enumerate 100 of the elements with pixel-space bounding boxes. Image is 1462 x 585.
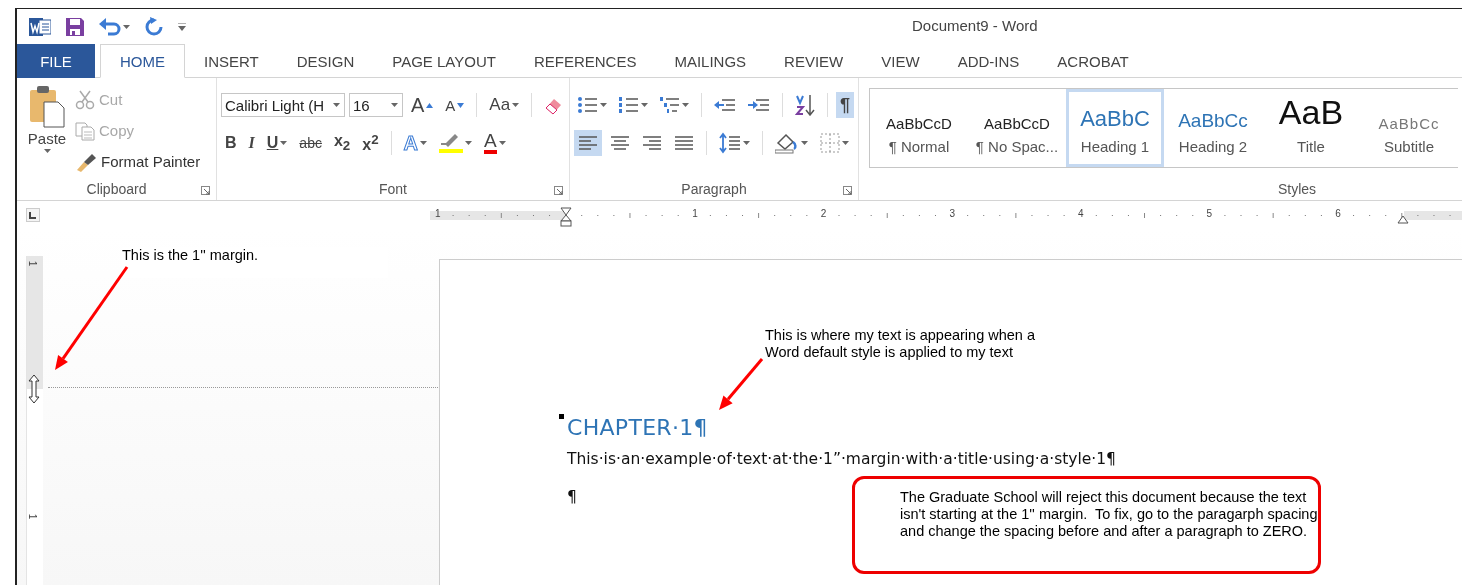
style-option[interactable]: AaBbCcD ¶ No Spac... [968,89,1066,167]
launcher-icon [201,186,210,195]
sort-icon [795,94,815,116]
arrow [719,358,764,410]
indent-icon [748,97,770,113]
caret-icon [43,149,51,153]
ribbon-tab[interactable]: REFERENCES [514,44,656,78]
font-color-button[interactable]: A [480,130,510,156]
show-marks-button[interactable]: ¶ [836,92,854,118]
group-label: Paragraph [681,181,747,197]
ribbon-tab[interactable]: MAILINGS [655,44,766,78]
margin-handle[interactable] [27,374,41,404]
paint-bucket-icon [775,132,799,154]
paintbrush-icon [75,151,97,172]
body-text: This·is·an·example·of·text·at·the·1”·margin·with·a·title·using·a·style·1¶ [567,450,1116,468]
shrink-font-button[interactable]: A [441,92,469,118]
multilevel-list-icon [660,96,680,114]
italic-button[interactable]: I [244,130,259,156]
ribbon-tab[interactable]: INSERT [185,44,278,78]
triangle-icon [457,102,465,108]
ribbon-tab[interactable]: REVIEW [765,44,863,78]
clipboard-icon [28,84,66,128]
caret-icon [682,103,689,107]
text-effects-button[interactable]: A [399,130,432,156]
format-painter-button[interactable]: Format Painter [73,149,203,174]
caret-icon [178,22,186,31]
redo-button[interactable] [144,16,164,37]
chapter-heading: CHAPTER·1¶ [567,415,709,440]
ribbon-tab[interactable]: PAGE LAYOUT [373,44,515,78]
ruler-number: 1 [692,208,698,219]
highlighter-icon [439,132,464,154]
caret-icon [641,103,648,107]
paste-button[interactable]: Paste [21,78,73,178]
ruler-number: 1 [435,208,441,219]
style-option[interactable]: AaBbCcD ¶ Normal [870,89,968,167]
customize-button[interactable] [178,22,186,31]
launcher-icon [843,186,852,195]
strikethrough-button[interactable]: abc [295,130,326,156]
ribbon-tab[interactable]: ADD-INS [938,44,1039,78]
style-option[interactable]: AaBbCc Subtitle [1360,89,1458,167]
caret-icon [842,141,849,145]
callout-note: This is where my text is appearing when a Word default style is applied to my text [765,327,1036,361]
caret-icon [280,141,288,145]
ribbon-tab[interactable]: ACROBAT [1038,44,1148,78]
ribbon-tab[interactable]: DESIGN [277,44,374,78]
dialog-launcher[interactable] [554,186,563,195]
caret-icon [743,141,750,145]
scissors-icon [75,89,95,110]
ruler-number: 2 [820,208,827,219]
align-right-icon [642,135,662,151]
ribbon-tab[interactable]: HOME [100,44,185,78]
window-title: Document9 - Word [912,17,1038,34]
ruler-number: 1 [27,513,39,520]
body-text: ¶ [567,488,577,506]
file-tab[interactable]: FILE [17,44,95,78]
caret-icon [600,103,607,107]
outdent-icon [714,97,736,113]
numbered-list-icon [619,96,639,114]
ruler-number: 5 [1206,208,1213,219]
ruler-number: 4 [1078,208,1084,219]
bullets-icon [578,96,598,114]
superscript-button[interactable]: x$^{2}$ [358,130,383,156]
line-spacing-icon [719,132,741,154]
ribbon-tab[interactable]: VIEW [862,44,939,78]
change-case-button[interactable]: Aa [485,92,524,118]
copy-icon [75,120,95,141]
borders-icon [820,133,840,153]
ruler-number: 3 [949,208,955,219]
group-label: Styles [1278,181,1317,197]
underline-button[interactable]: U [262,130,292,156]
ruler-number: 1 [27,260,39,267]
justify-icon [674,135,694,151]
group-label: Font [378,181,407,197]
undo-button[interactable] [99,17,130,36]
style-option[interactable]: AaB Title [1262,89,1360,167]
save-icon [65,16,85,37]
redo-icon [144,16,164,37]
caret-icon [420,141,428,145]
subscript-button[interactable]: x$_{2}$ [329,130,355,156]
grow-font-button[interactable]: A [407,92,438,118]
dialog-launcher[interactable] [201,186,210,195]
caret-icon [465,141,473,145]
callout-box: The Graduate School will reject this document because the text isn't starting at the 1'' margin. To fix, go to the paragarph spacing and change the spacing before and after a paragraph to ZERO. [852,476,1321,574]
tab-selector[interactable] [26,208,40,222]
right-indent-marker[interactable] [1397,214,1409,224]
dialog-launcher[interactable] [843,186,852,195]
bold-button[interactable]: B [221,130,241,156]
triangle-icon [426,102,434,108]
save-button[interactable] [65,16,85,37]
format-mark-icon [559,414,564,419]
align-center-icon [610,135,630,151]
tab-stop-icon [26,208,40,222]
app-icon [29,15,51,38]
undo-icon [99,17,121,36]
style-option[interactable]: AaBbCc Heading 2 [1164,89,1262,167]
align-left-button[interactable] [574,130,602,156]
style-option[interactable]: AaBbC Heading 1 [1066,89,1164,167]
launcher-icon [554,186,563,195]
caret-icon [801,141,808,145]
indent-marker[interactable] [560,207,572,227]
